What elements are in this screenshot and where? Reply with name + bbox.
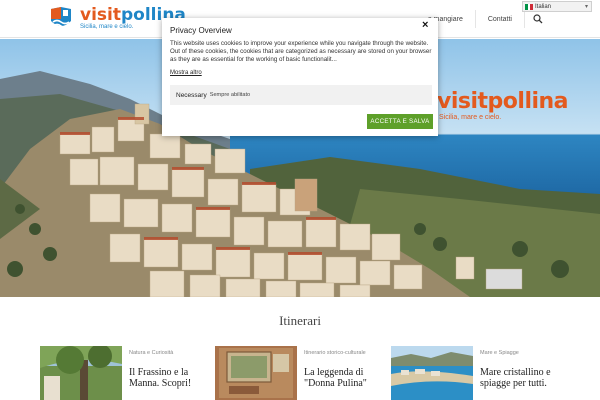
itinerary-card[interactable]: Itinerario storico-culturale La leggenda… — [215, 346, 379, 400]
card-title[interactable]: Il Frassino e la Manna. Scopri! — [129, 367, 203, 389]
accept-and-save-button[interactable]: ACCETTA E SALVA — [367, 114, 433, 129]
card-title[interactable]: La leggenda di "Donna Pulina" — [304, 367, 378, 389]
necessary-label: Necessary — [176, 91, 207, 99]
itinerary-card[interactable]: Natura e Curiosità Il Frassino e la Mann… — [40, 346, 204, 400]
hero-logo-word: visitpollina — [437, 89, 569, 114]
language-selected: Italian — [535, 3, 552, 10]
nav-item-contatti[interactable]: Contatti — [474, 10, 524, 28]
search-button[interactable] — [523, 10, 552, 28]
card-category: Natura e Curiosità — [129, 350, 174, 356]
section-title: Itinerari — [279, 313, 321, 328]
chevron-down-icon: ▾ — [584, 4, 588, 10]
cookie-dialog-title: Privacy Overview — [170, 26, 232, 35]
cookie-consent-dialog: Privacy Overview × This website uses coo… — [162, 18, 438, 136]
italian-flag-icon — [525, 3, 534, 10]
cookie-dialog-body: This website uses cookies to improve you… — [170, 40, 432, 63]
itinerary-card[interactable]: Mare e Spiagge Mare cristallino e spiagg… — [391, 346, 555, 400]
card-title[interactable]: Mare cristallino e spiagge per tutti. — [480, 367, 554, 389]
hero-logo-tagline: Sicilia, mare e cielo. — [439, 114, 502, 121]
hero-overlay-logo: visitpollina Sicilia, mare e cielo. — [437, 89, 569, 121]
card-category: Mare e Spiagge — [480, 350, 519, 356]
logo-word-left: visit — [80, 4, 121, 25]
necessary-cookies-row[interactable]: Necessary Sempre abilitato — [170, 85, 432, 105]
show-more-link[interactable]: Mostra altro — [170, 70, 202, 76]
logo-mark-icon — [48, 5, 74, 31]
close-icon[interactable]: × — [422, 19, 428, 31]
card-thumbnail[interactable] — [391, 346, 473, 400]
card-thumbnail[interactable] — [215, 346, 297, 400]
language-select[interactable]: Italian ▾ — [522, 1, 592, 12]
card-thumbnail[interactable] — [40, 346, 122, 400]
necessary-status: Sempre abilitato — [209, 92, 251, 98]
search-icon — [533, 14, 543, 24]
card-category: Itinerario storico-culturale — [304, 350, 366, 356]
